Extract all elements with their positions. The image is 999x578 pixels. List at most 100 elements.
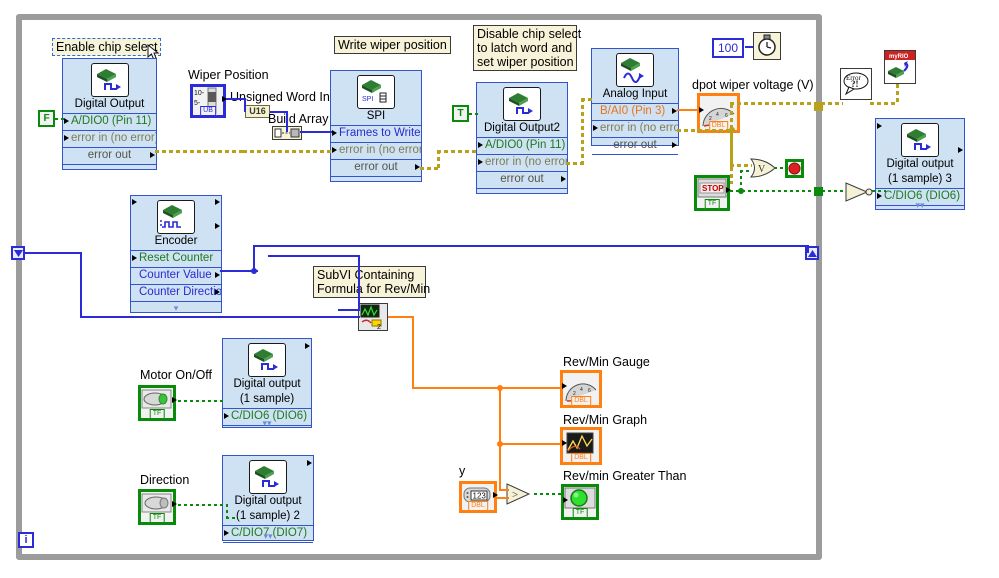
node-title: SPI	[366, 110, 386, 122]
analog-input-icon	[616, 53, 654, 87]
rev-min-graph-indicator[interactable]: DBL	[560, 427, 602, 465]
input-terminal-arrow	[478, 142, 483, 148]
wire-shiftreg-run-right	[80, 316, 360, 318]
node-title-line2: (1 sample)	[239, 393, 295, 405]
node-row-error-in[interactable]: error in (no error)	[477, 154, 567, 171]
input-terminal-arrow	[224, 530, 229, 536]
node-row-counter-direction[interactable]: Counter Direction	[131, 284, 221, 301]
input-terminal-arrow	[64, 118, 69, 124]
simple-error-handler[interactable]: Error ?!	[840, 68, 872, 100]
comment-subvi-formula[interactable]: SubVI Containing Formula for Rev/Min	[313, 266, 430, 298]
node-row-terminal[interactable]: A/DIO0 (Pin 11)	[63, 113, 156, 130]
node-title-line1: Digital output	[886, 158, 954, 170]
wire-motor-to-node	[178, 400, 224, 402]
wire-rev-down-1	[499, 387, 501, 445]
output-terminal-arrow	[958, 147, 963, 153]
wire-shiftreg-down	[80, 252, 82, 318]
label-direction: Direction	[140, 473, 190, 487]
shift-register-left[interactable]	[11, 246, 25, 260]
wire-err-to-spi	[243, 150, 332, 153]
comment-write-wiper-position[interactable]: Write wiper position	[334, 36, 451, 54]
node-icon-box	[131, 196, 221, 234]
spi-icon: SPI	[357, 75, 395, 109]
node-row-error-in[interactable]: error in (no error)	[592, 120, 678, 137]
motor-on-off-switch[interactable]: TF	[138, 385, 176, 421]
digital-output-icon	[901, 123, 939, 157]
to-unsigned-word-integer[interactable]: U16	[245, 105, 270, 118]
label-wiper-position: Wiper Position	[188, 68, 269, 82]
node-digital-output-motor[interactable]: Digital output (1 sample) C/DIO6 (DIO6) …	[222, 338, 312, 428]
expand-chevron-icon[interactable]: ▾	[174, 304, 179, 313]
y-numeric-control[interactable]: 123 DBL	[459, 481, 497, 513]
node-row-error-out[interactable]: error out	[63, 147, 156, 164]
node-footer	[331, 176, 421, 185]
false-constant[interactable]: F	[38, 110, 55, 127]
expand-chevron-icon[interactable]: ▾▾	[915, 201, 924, 210]
node-row-frames-to-write[interactable]: Frames to Write	[331, 125, 421, 142]
stop-button[interactable]: STOP TF	[694, 175, 730, 211]
node-title: Encoder	[154, 235, 198, 247]
node-digital-output-1[interactable]: Digital Output A/DIO0 (Pin 11) error in …	[62, 58, 157, 170]
node-digital-output-3[interactable]: Digital output (1 sample) 3 C/DIO6 (DIO6…	[875, 118, 965, 210]
iteration-terminal[interactable]: i	[18, 532, 34, 548]
node-row-error-out[interactable]: error out	[477, 171, 567, 188]
node-row-channel[interactable]: B/AI0 (Pin 3)	[592, 103, 678, 120]
comment-enable-chip-select[interactable]: Enable chip select	[52, 38, 162, 56]
node-title-line1: Digital output	[234, 495, 302, 507]
wiper-position-slider[interactable]: 10- 5- UB	[190, 84, 226, 118]
node-digital-output-2[interactable]: Digital Output2 A/DIO0 (Pin 11) error in…	[476, 82, 568, 194]
label-rev-min-greater-than: Rev/min Greater Than	[563, 469, 687, 483]
datatype-tag-tf: TF	[149, 409, 165, 419]
rev-min-subvi[interactable]: 2	[358, 303, 388, 331]
datatype-tag-dbl: DBL	[571, 396, 591, 406]
node-row-terminal[interactable]: A/DIO0 (Pin 11)	[477, 137, 567, 154]
wire-stop-branch-up	[740, 170, 742, 190]
node-analog-input[interactable]: Analog Input B/AI0 (Pin 3) error in (no …	[591, 48, 679, 155]
expand-chevron-icon[interactable]: ▾▾	[263, 532, 272, 541]
node-row-error-in[interactable]: error in (no error)	[63, 130, 156, 147]
or-gate[interactable]: V	[750, 158, 776, 178]
svg-text:SPI: SPI	[362, 96, 373, 103]
node-row-error-in[interactable]: error in (no error)	[331, 142, 421, 159]
wire-subvi-out	[388, 316, 414, 318]
wire-direction-run	[178, 504, 228, 506]
svg-text:myRIO: myRIO	[889, 54, 909, 60]
node-digital-output-direction[interactable]: Digital output (1 sample) 2 C/DIO7 (DIO7…	[222, 455, 314, 543]
rev-gauge-input-terminal	[562, 383, 567, 389]
greater-than-node[interactable]: >	[506, 483, 536, 505]
wire-tunnel-to-not	[822, 190, 846, 192]
myrio-reset-node[interactable]: myRIO	[884, 50, 916, 84]
node-row-error-out[interactable]: error out	[592, 137, 678, 154]
not-gate[interactable]	[845, 182, 873, 202]
wire-to-shiftreg-right	[807, 245, 809, 253]
wire-or-to-stopterm	[774, 167, 786, 169]
node-row-reset-counter[interactable]: Reset Counter	[131, 250, 221, 267]
node-footer	[592, 154, 678, 163]
digital-output-icon	[249, 460, 287, 494]
wait-ms-constant[interactable]: 100	[712, 38, 745, 58]
datatype-tag-u8: UB	[200, 106, 216, 116]
node-spi[interactable]: SPI SPI Frames to Write error in (no err…	[330, 70, 422, 182]
svg-text:6: 6	[588, 388, 591, 394]
node-title-line2: (1 sample) 2	[236, 510, 300, 522]
comment-disable-chip-select[interactable]: Disable chip select to latch word and set …	[473, 25, 581, 71]
node-row-counter-value[interactable]: Counter Value	[131, 267, 221, 284]
node-row-error-out[interactable]: error out	[331, 159, 421, 176]
svg-text:4: 4	[716, 112, 719, 118]
datatype-tag-tf: TF	[704, 199, 720, 209]
wait-ms-timer[interactable]	[753, 32, 781, 60]
node-icon-box	[876, 119, 964, 157]
rev-min-gauge-indicator[interactable]: 2 4 6 DBL	[560, 370, 602, 408]
encoder-icon	[157, 200, 195, 234]
node-encoder[interactable]: Encoder Reset Counter Counter Value Coun…	[130, 195, 222, 313]
while-loop-stop-terminal[interactable]	[785, 159, 804, 178]
node-icon-box: SPI	[331, 71, 421, 109]
wire-u16-vert	[244, 98, 246, 112]
svg-text:>: >	[512, 489, 518, 501]
direction-switch[interactable]: TF	[138, 489, 176, 525]
node-footer	[63, 164, 156, 173]
wire-subvi-out-horiz	[412, 387, 502, 389]
svg-text:STOP: STOP	[702, 184, 724, 193]
expand-chevron-icon[interactable]: ▾▾	[262, 419, 271, 428]
true-constant[interactable]: T	[452, 105, 469, 122]
